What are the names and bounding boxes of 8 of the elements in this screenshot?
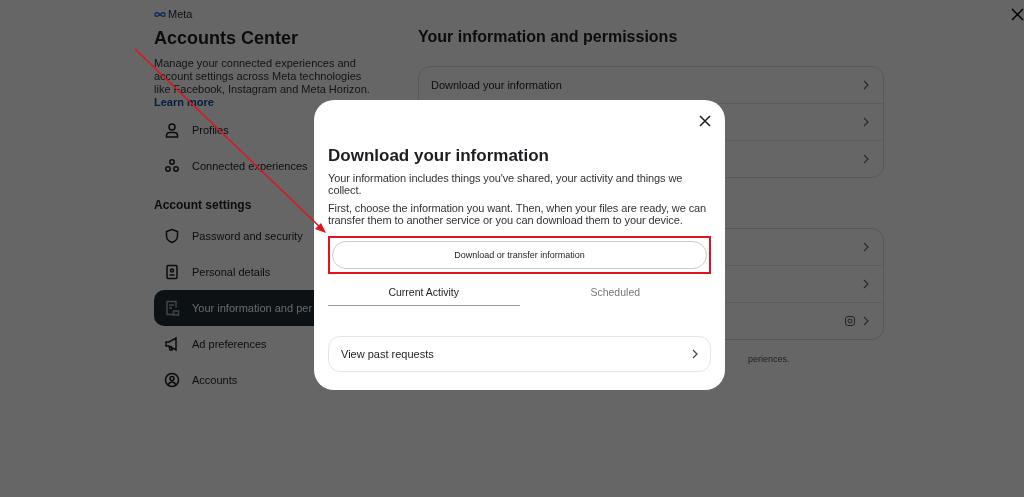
footnote-text: periences.	[748, 354, 790, 364]
section-heading: Account settings	[154, 198, 252, 212]
sidebar-title: Accounts Center	[154, 28, 300, 49]
dialog-title: Download your information	[328, 146, 550, 166]
dialog-text: Your information includes things you've shared, your activity and things we collect.	[328, 172, 684, 196]
dialog-text: First, choose the information you want. Then, when your files are ready, we can transfer them to another service or you can download them to your device.	[328, 202, 708, 226]
brand-name: Meta	[168, 8, 193, 20]
page-title: Your information and permissions	[418, 28, 679, 46]
